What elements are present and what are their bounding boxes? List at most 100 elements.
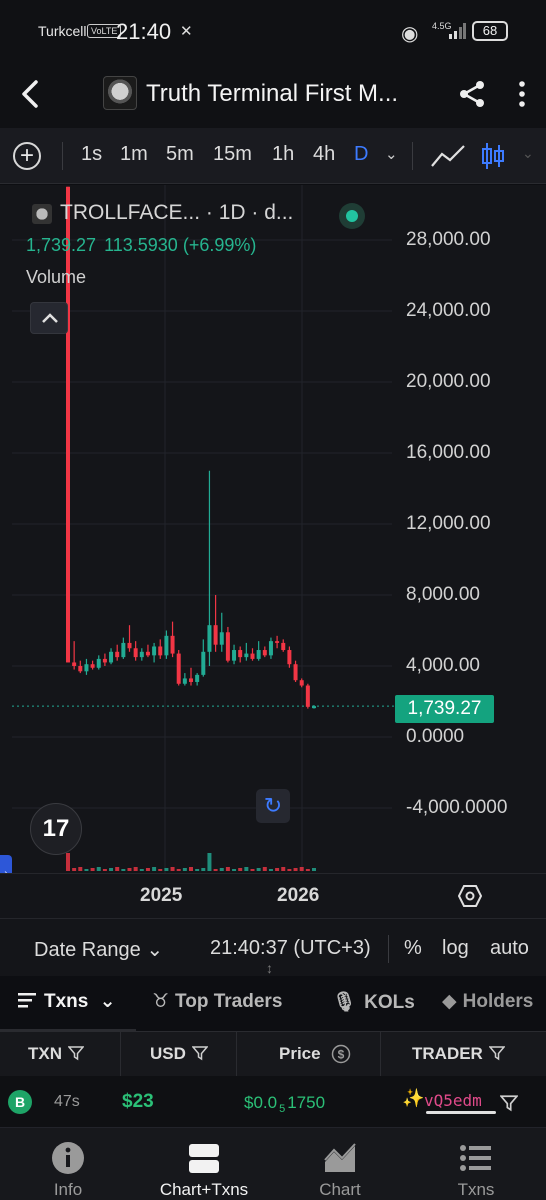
candle-body bbox=[115, 651, 120, 658]
year-label: 2026 bbox=[277, 885, 320, 906]
more-options-icon[interactable] bbox=[512, 80, 532, 108]
status-bar: Turkcell VoLTE 21:40 ✕ ◉ 4.5G 68 bbox=[0, 0, 546, 62]
token-avatar bbox=[103, 76, 137, 110]
candle-body bbox=[275, 641, 280, 643]
filter-icon[interactable] bbox=[191, 1045, 208, 1061]
volume-bar bbox=[121, 869, 126, 871]
resize-handle-icon[interactable]: ↕ bbox=[266, 960, 273, 976]
settings-hexagon-icon[interactable] bbox=[458, 884, 482, 908]
timeframe-dropdown-icon[interactable]: ⌄ bbox=[385, 145, 398, 163]
price-tick-label: 28,000.00 bbox=[406, 229, 491, 250]
volume-bar bbox=[115, 867, 120, 871]
col-price[interactable]: Price $ bbox=[279, 1044, 351, 1064]
chart-clock[interactable]: 21:40:37 (UTC+3) bbox=[210, 937, 371, 960]
chart-type-dropdown-icon[interactable]: ⌄ bbox=[522, 145, 534, 162]
tab-holders[interactable]: ◆ Holders bbox=[442, 990, 533, 1013]
chart-toolbar: + 1s 1m 5m 15m 1h 4h D ⌄ ⌄ bbox=[0, 128, 546, 184]
timeframe-1m[interactable]: 1m bbox=[120, 143, 148, 166]
page-title: Truth Terminal First M... bbox=[146, 80, 399, 107]
volume-bar bbox=[158, 869, 163, 871]
candle-body bbox=[121, 642, 126, 658]
trader-address[interactable]: vQ5edm bbox=[424, 1091, 482, 1110]
legend-values: 1,739.27 113.5930 (+6.99%) bbox=[26, 235, 264, 256]
legend-close: 1,739.27 bbox=[26, 235, 97, 255]
currency-toggle-icon[interactable]: $ bbox=[331, 1044, 351, 1064]
nav-chart-txns[interactable]: Chart+Txns bbox=[136, 1128, 272, 1200]
candle-body bbox=[268, 641, 273, 656]
signal-icon bbox=[449, 23, 466, 39]
volume-bar bbox=[256, 868, 261, 871]
carrier-name: Turkcell bbox=[38, 23, 87, 39]
controls-divider bbox=[388, 935, 389, 963]
reset-chart-button[interactable]: ↻ bbox=[256, 789, 290, 823]
share-icon[interactable] bbox=[458, 80, 486, 108]
timeframe-15m[interactable]: 15m bbox=[213, 143, 252, 166]
chart-controls-bar: Date Range ⌄ 21:40:37 (UTC+3) % log auto bbox=[0, 918, 546, 976]
candle-body bbox=[299, 680, 304, 686]
filter-icon[interactable] bbox=[68, 1045, 84, 1061]
txn-tabs: Txns ⌄ ♉ Top Traders 🎙 KOLs ◆ Holders bbox=[0, 976, 546, 1032]
percent-toggle[interactable]: % bbox=[404, 937, 422, 960]
nav-chart[interactable]: Chart bbox=[272, 1128, 408, 1200]
txn-usd: $23 bbox=[122, 1091, 154, 1112]
log-toggle[interactable]: log bbox=[442, 937, 469, 960]
timeframe-5m[interactable]: 5m bbox=[166, 143, 194, 166]
filter-icon[interactable] bbox=[500, 1094, 518, 1112]
line-chart-icon[interactable] bbox=[430, 142, 466, 170]
col-usd[interactable]: USD bbox=[150, 1044, 208, 1064]
candle-body bbox=[287, 650, 292, 665]
candle-body bbox=[170, 635, 175, 654]
candlestick-icon[interactable] bbox=[481, 141, 505, 171]
auto-toggle[interactable]: auto bbox=[490, 937, 529, 960]
timeframe-1s[interactable]: 1s bbox=[81, 143, 102, 166]
timeframe-d[interactable]: D bbox=[354, 143, 368, 166]
nav-label: Info bbox=[53, 1180, 83, 1199]
candle-body bbox=[293, 664, 298, 681]
nav-info[interactable]: Info bbox=[0, 1128, 136, 1200]
tab-kols[interactable]: 🎙 KOLs bbox=[332, 990, 415, 1014]
candle-body bbox=[72, 662, 77, 666]
candle-body bbox=[145, 651, 150, 656]
legend-change: 113.5930 (+6.99%) bbox=[104, 235, 257, 255]
candle-body bbox=[133, 648, 138, 658]
add-indicator-button[interactable]: + bbox=[13, 142, 41, 170]
volume-bar bbox=[268, 869, 273, 871]
volume-bar bbox=[84, 869, 89, 871]
col-divider bbox=[380, 1032, 381, 1076]
collapse-legend-button[interactable] bbox=[30, 302, 68, 334]
col-trader[interactable]: TRADER bbox=[412, 1044, 505, 1064]
timeframe-4h[interactable]: 4h bbox=[313, 143, 335, 166]
col-label: USD bbox=[150, 1044, 186, 1063]
tradingview-logo[interactable]: 17 bbox=[30, 803, 82, 855]
volume-bar bbox=[72, 868, 77, 871]
volume-bar bbox=[189, 867, 193, 871]
candle-body bbox=[232, 650, 237, 661]
tab-top-traders[interactable]: ♉ Top Traders bbox=[152, 990, 282, 1013]
tab-label: KOLs bbox=[364, 992, 415, 1013]
candle-body bbox=[66, 186, 70, 663]
last-price-tag: 1,739.27 bbox=[395, 695, 494, 723]
timeframe-1h[interactable]: 1h bbox=[272, 143, 294, 166]
volume-bar bbox=[195, 869, 200, 871]
volume-bar bbox=[219, 868, 224, 871]
volume-bar bbox=[225, 867, 230, 871]
col-txn[interactable]: TXN bbox=[28, 1044, 84, 1064]
date-range-button[interactable]: Date Range ⌄ bbox=[34, 937, 163, 962]
nav-txns[interactable]: Txns bbox=[408, 1128, 544, 1200]
candle-body bbox=[312, 706, 316, 709]
table-row[interactable]: B 47s $23 $0.0 5 1750 ✨ vQ5edm bbox=[0, 1076, 546, 1128]
volume-bar bbox=[201, 868, 206, 871]
tab-txns[interactable]: Txns ⌄ bbox=[18, 990, 116, 1013]
chevron-down-icon: ⌄ bbox=[146, 939, 164, 961]
volume-bar bbox=[109, 868, 114, 871]
back-arrow-icon[interactable] bbox=[18, 78, 44, 110]
price-chart[interactable]: TROLLFACE... · 1D · d... 1,739.27 113.593… bbox=[0, 185, 546, 893]
volume-label: Volume bbox=[26, 267, 87, 287]
txn-price: $0.0 5 1750 bbox=[244, 1093, 325, 1115]
price-zero-count: 5 bbox=[279, 1103, 286, 1116]
volume-bar bbox=[312, 868, 316, 871]
candle-body bbox=[262, 650, 267, 656]
chart-legend-title: TROLLFACE... · 1D · d... bbox=[32, 201, 293, 225]
volume-bar bbox=[299, 867, 304, 871]
filter-icon[interactable] bbox=[488, 1045, 505, 1061]
